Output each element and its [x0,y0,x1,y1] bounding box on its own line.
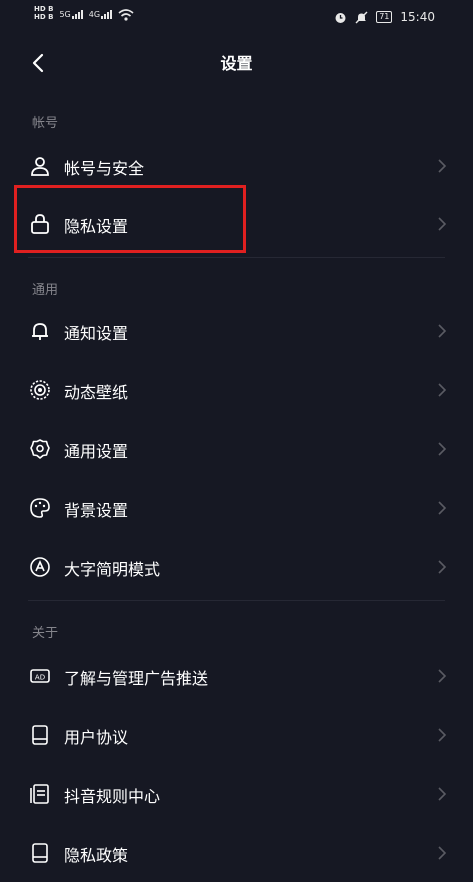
highlight-box [14,185,246,253]
large-text-icon [30,557,50,577]
settings-item-large-text-mode[interactable]: 大字简明模式 [0,538,473,596]
chevron-right-icon [438,217,447,231]
wifi-icon [118,9,134,21]
network-type-1: 5G [59,10,71,19]
settings-item-label: 帐号与安全 [64,159,145,178]
user-icon [31,157,49,176]
section-label-general: 通用 [32,283,59,298]
hd-indicator-top: HD B [34,5,54,13]
settings-item-label: 用户协议 [64,728,129,747]
settings-item-privacy-policy[interactable]: 隐私政策 [0,824,473,882]
nav-bar: 设置 [0,40,473,86]
rules-icon [30,784,49,804]
settings-item-general[interactable]: 通用设置 [0,420,473,478]
hd-indicator-bottom: HD B [34,13,54,21]
page-title: 设置 [220,54,253,73]
settings-item-notifications[interactable]: 通知设置 [0,302,473,360]
chevron-right-icon [438,324,447,338]
hd-indicator: HD B HD B [34,5,53,21]
chevron-right-icon [438,669,447,683]
settings-item-label: 了解与管理广告推送 [64,669,209,688]
settings-item-ad-management[interactable]: AD 了解与管理广告推送 [0,647,473,705]
ad-icon: AD [30,669,50,683]
gear-icon [30,439,50,459]
wallpaper-icon [30,380,50,400]
chevron-right-icon [438,159,447,173]
clock: 15:40 [400,10,435,24]
divider [28,600,445,601]
chevron-right-icon [438,501,447,515]
settings-item-label: 背景设置 [64,501,129,520]
svg-text:AD: AD [35,674,45,682]
chevron-right-icon [438,787,447,801]
divider [28,257,445,258]
privacy-icon [32,843,48,863]
section-label-account: 帐号 [32,116,59,131]
settings-item-label: 隐私政策 [64,846,129,865]
signal-icon-2: 4G [88,9,113,19]
settings-item-live-wallpaper[interactable]: 动态壁纸 [0,361,473,419]
signal-icon: 5G [59,9,83,19]
settings-item-label: 动态壁纸 [64,383,129,402]
settings-item-label: 抖音规则中心 [64,787,161,806]
alarm-icon [335,12,346,23]
settings-item-label: 通知设置 [64,324,129,343]
palette-icon [30,498,50,518]
document-icon [32,725,48,745]
settings-item-label: 大字简明模式 [64,560,161,579]
status-bar: HD B HD B 5G 4G 71 15:40 [0,0,473,36]
chevron-right-icon [438,728,447,742]
settings-item-user-agreement[interactable]: 用户协议 [0,706,473,764]
bell-icon [32,323,48,340]
mute-icon [355,11,368,23]
chevron-right-icon [438,560,447,574]
section-label-about: 关于 [32,626,59,641]
settings-item-rules-center[interactable]: 抖音规则中心 [0,765,473,823]
chevron-right-icon [438,442,447,456]
chevron-right-icon [438,383,447,397]
network-type-2: 4G [88,10,101,19]
battery-icon: 71 [376,11,393,23]
settings-item-label: 通用设置 [64,442,129,461]
settings-item-background[interactable]: 背景设置 [0,479,473,537]
